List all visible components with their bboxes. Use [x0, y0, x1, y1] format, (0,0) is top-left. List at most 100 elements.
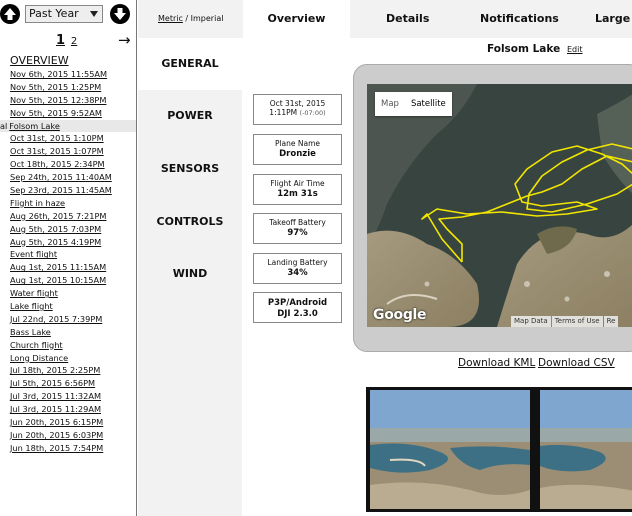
page-link-1[interactable]: 1	[56, 33, 65, 48]
flight-list-label: Oct 31st, 2015 1:07PM	[10, 146, 104, 157]
flight-list-item[interactable]: Oct 31st, 2015 1:07PM	[0, 145, 136, 158]
tab-notifications[interactable]: Notifications	[480, 0, 559, 38]
plane-name-label: Plane Name	[274, 139, 321, 148]
imperial-link[interactable]: Imperial	[191, 14, 224, 23]
flight-list-item[interactable]: Jun 18th, 2015 7:54PM	[0, 442, 136, 455]
flight-time-row: 1:11PM (-07:00)	[254, 108, 341, 117]
flight-time: 1:11PM	[269, 108, 298, 117]
date-range-select[interactable]: Past Year	[25, 5, 103, 23]
map-type-map[interactable]: Map	[375, 92, 405, 116]
flight-map[interactable]: Map Satellite Google Map Data Terms of U…	[367, 84, 632, 327]
flight-list-label: Jul 3rd, 2015 11:32AM	[10, 391, 102, 402]
report-link[interactable]: Re	[603, 316, 619, 327]
flight-list-item[interactable]: Nov 5th, 2015 12:38PM	[0, 94, 136, 107]
active-marker: al	[0, 120, 8, 131]
flight-list-label: Aug 1st, 2015 10:15AM	[10, 275, 107, 286]
metric-link[interactable]: Metric	[158, 14, 183, 23]
flight-list-item[interactable]: Aug 5th, 2015 7:03PM	[0, 223, 136, 236]
landing-battery-box: Landing Battery 34%	[253, 253, 342, 284]
landing-battery-label: Landing Battery	[267, 258, 328, 267]
section-sensors[interactable]: SENSORS	[138, 162, 242, 175]
flight-list-label: Folsom Lake	[9, 120, 60, 131]
flight-list-item[interactable]: Oct 18th, 2015 2:34PM	[0, 158, 136, 171]
section-controls[interactable]: CONTROLS	[138, 215, 242, 228]
tab-details[interactable]: Details	[386, 0, 429, 38]
tab-overview[interactable]: Overview	[243, 0, 350, 38]
flight-list-item[interactable]: Aug 26th, 2015 7:21PM	[0, 210, 136, 223]
flight-list-item[interactable]: Nov 5th, 2015 9:52AM	[0, 107, 136, 120]
section-nav: GENERAL POWER SENSORS CONTROLS WIND	[138, 38, 242, 516]
flight-list-item[interactable]: Aug 1st, 2015 10:15AM	[0, 274, 136, 287]
google-logo: Google	[373, 307, 427, 323]
app-version-box: P3P/Android DJI 2.3.0	[253, 292, 342, 323]
flight-list-item[interactable]: Long Distance	[0, 352, 136, 365]
flight-list-item[interactable]: Bass Lake	[0, 326, 136, 339]
download-csv-link[interactable]: Download CSV	[538, 357, 615, 369]
overview-link[interactable]: OVERVIEW	[10, 54, 69, 67]
flight-list-label: Jun 18th, 2015 7:54PM	[10, 442, 104, 453]
flight-list-label: Long Distance	[10, 352, 69, 363]
download-kml-link[interactable]: Download KML	[458, 357, 535, 369]
aerial-photo-image	[540, 390, 632, 509]
previous-page-button[interactable]	[0, 4, 20, 24]
flight-list-item[interactable]: Aug 5th, 2015 4:19PM	[0, 236, 136, 249]
flight-list-label: Aug 1st, 2015 11:15AM	[10, 262, 107, 273]
plane-name-box: Plane Name Dronzie	[253, 134, 342, 165]
tab-bar: Metric / Imperial Overview Details Notif…	[138, 0, 632, 38]
next-page-button[interactable]	[110, 4, 130, 24]
flight-list-label: Aug 5th, 2015 7:03PM	[10, 223, 102, 234]
flight-list-item[interactable]: Event flight	[0, 248, 136, 261]
unit-toggle: Metric / Imperial	[158, 14, 223, 23]
flight-list-item[interactable]: Flight in haze	[0, 197, 136, 210]
flight-list-item[interactable]: Oct 31st, 2015 1:10PM	[0, 132, 136, 145]
arrow-up-icon	[4, 8, 16, 20]
flight-list-item[interactable]: Church flight	[0, 339, 136, 352]
flight-list-item[interactable]: Jul 22nd, 2015 7:39PM	[0, 313, 136, 326]
flight-list-label: Jul 5th, 2015 6:56PM	[10, 378, 96, 389]
map-type-satellite[interactable]: Satellite	[404, 92, 452, 116]
flight-list-label: Nov 6th, 2015 11:55AM	[10, 69, 108, 79]
flight-list-item[interactable]: Jun 20th, 2015 6:03PM	[0, 429, 136, 442]
app-platform: P3P/Android	[267, 298, 328, 308]
flight-list-item[interactable]: al Folsom Lake	[0, 119, 136, 133]
arrow-down-icon	[114, 8, 126, 20]
pager: 1 2	[56, 33, 77, 48]
flight-list-item[interactable]: Jun 20th, 2015 6:15PM	[0, 416, 136, 429]
flight-list-label: Church flight	[10, 339, 63, 350]
terms-of-use-link[interactable]: Terms of Use	[551, 316, 603, 327]
flight-list-item[interactable]: Nov 6th, 2015 11:55AM	[0, 68, 136, 81]
takeoff-battery-value: 97%	[287, 228, 308, 238]
flight-list-item[interactable]: Jul 18th, 2015 2:25PM	[0, 364, 136, 377]
tab-large-map[interactable]: Large M	[595, 0, 632, 38]
section-power[interactable]: POWER	[138, 109, 242, 122]
flight-list-item[interactable]: Nov 5th, 2015 1:25PM	[0, 81, 136, 94]
collapse-arrow-icon[interactable]: →	[118, 31, 131, 49]
flight-list-label: Oct 31st, 2015 1:10PM	[10, 133, 104, 144]
edit-title-link[interactable]: Edit	[567, 45, 583, 54]
section-general[interactable]: GENERAL	[138, 38, 242, 90]
flight-list-label: Nov 5th, 2015 9:52AM	[10, 107, 102, 118]
air-time-value: 12m 31s	[277, 189, 318, 199]
flight-list-label: Jun 20th, 2015 6:15PM	[10, 417, 104, 428]
flight-list-label: Oct 18th, 2015 2:34PM	[10, 159, 105, 170]
photo-strip	[366, 387, 632, 512]
flight-list-item[interactable]: Water flight	[0, 287, 136, 300]
page-link-2[interactable]: 2	[71, 36, 77, 47]
flight-list-item[interactable]: Jul 3rd, 2015 11:29AM	[0, 403, 136, 416]
app-version: DJI 2.3.0	[277, 309, 318, 319]
flight-list-item[interactable]: Lake flight	[0, 300, 136, 313]
flight-list-item[interactable]: Jul 3rd, 2015 11:32AM	[0, 390, 136, 403]
aerial-photo[interactable]	[540, 390, 632, 509]
aerial-photo[interactable]	[370, 390, 530, 509]
flight-list-item[interactable]: Aug 1st, 2015 11:15AM	[0, 261, 136, 274]
aerial-photo-image	[370, 390, 530, 509]
map-data-link[interactable]: Map Data	[511, 316, 551, 327]
flight-list-label: Jul 22nd, 2015 7:39PM	[10, 313, 103, 324]
flight-list-item[interactable]: Jul 5th, 2015 6:56PM	[0, 377, 136, 390]
flight-list-label: Bass Lake	[10, 326, 51, 337]
flight-list-label: Lake flight	[10, 301, 53, 312]
chevron-down-icon	[90, 11, 98, 17]
flight-list-item[interactable]: Sep 24th, 2015 11:40AM	[0, 171, 136, 184]
section-wind[interactable]: WIND	[138, 267, 242, 280]
flight-list-item[interactable]: Sep 23rd, 2015 11:45AM	[0, 184, 136, 197]
